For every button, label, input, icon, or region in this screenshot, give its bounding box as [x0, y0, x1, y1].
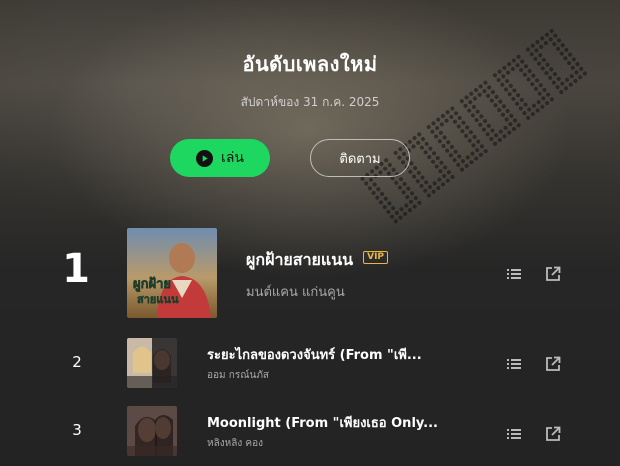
svg-text:ผูกฝ้าย: ผูกฝ้าย — [133, 276, 171, 292]
track-row[interactable]: 3 Moonlight (From "เพียงเธอ Only... หลิง… — [0, 406, 620, 456]
track-title[interactable]: Moonlight (From "เพียงเธอ Only... — [207, 412, 438, 433]
track-row[interactable]: 1 ผูกฝ้าย สายแนน ผูกฝ้ายสายแนน VIP มนต์แค… — [0, 228, 620, 318]
share-icon[interactable] — [544, 355, 562, 373]
track-rank: 1 — [62, 246, 90, 292]
follow-button-label: ติดตาม — [339, 151, 381, 167]
track-cover-image[interactable] — [127, 338, 177, 388]
play-circle-icon — [196, 149, 214, 167]
list-icon[interactable] — [505, 265, 523, 283]
track-cover-image[interactable] — [127, 406, 177, 456]
track-artist[interactable]: หลิงหลิง คอง — [207, 436, 263, 451]
track-title[interactable]: ผูกฝ้ายสายแนน VIP — [246, 248, 389, 273]
vip-badge: VIP — [363, 251, 389, 264]
page-title: อันดับเพลงใหม่ — [242, 52, 378, 76]
track-cover-image[interactable]: ผูกฝ้าย สายแนน — [127, 228, 217, 318]
track-rank: 3 — [72, 421, 82, 439]
list-icon[interactable] — [505, 425, 523, 443]
chart-week-label: สัปดาห์ของ 31 ก.ค. 2025 — [240, 95, 380, 109]
track-title[interactable]: ระยะไกลของดวงจันทร์ (From "เพี... — [207, 344, 422, 365]
track-artist[interactable]: ออม กรณ์นภัส — [207, 368, 269, 383]
follow-button[interactable]: ติดตาม — [310, 139, 410, 177]
play-button[interactable]: เล่น — [170, 139, 270, 177]
share-icon[interactable] — [544, 425, 562, 443]
track-title-text: ผูกฝ้ายสายแนน — [246, 250, 354, 269]
share-icon[interactable] — [544, 265, 562, 283]
track-row[interactable]: 2 ระยะไกลของดวงจันทร์ (From "เพี... ออม … — [0, 338, 620, 388]
track-artist[interactable]: มนต์แคน แก่นคูน — [246, 281, 345, 302]
svg-text:สายแนน: สายแนน — [137, 293, 179, 306]
play-button-label: เล่น — [221, 150, 244, 166]
track-rank: 2 — [72, 353, 82, 371]
list-icon[interactable] — [505, 355, 523, 373]
